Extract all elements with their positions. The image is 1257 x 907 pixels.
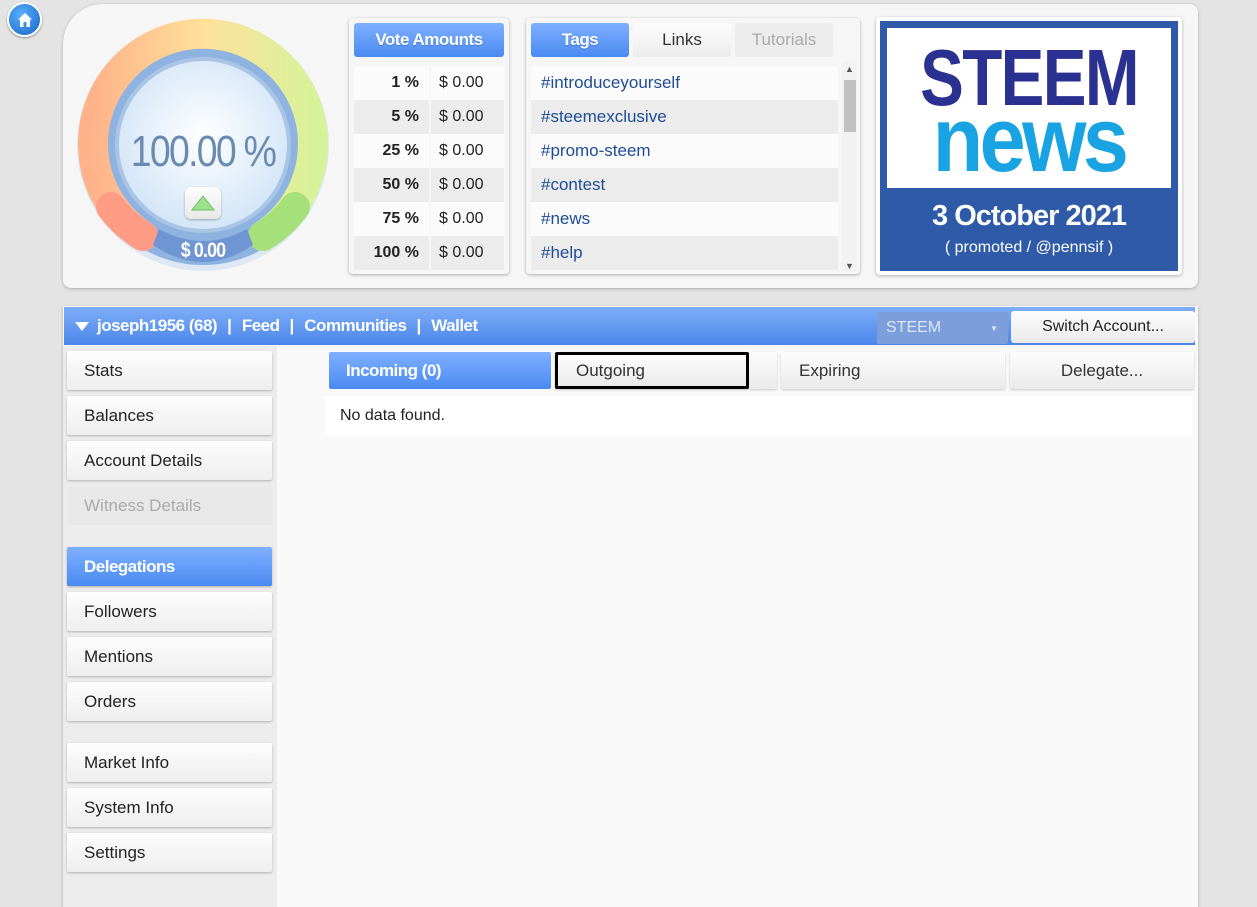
vote-pct: 1 % — [354, 66, 429, 100]
scroll-down-icon[interactable]: ▼ — [845, 261, 854, 271]
tab-outgoing[interactable]: Outgoing — [555, 352, 749, 389]
tag-list-scrollbar[interactable]: ▲ ▼ — [842, 62, 856, 272]
home-icon — [17, 12, 32, 27]
sidebar: Stats Balances Account Details Witness D… — [63, 346, 277, 907]
tags-panel: Tags Links Tutorials #introduceyourself … — [526, 18, 860, 274]
steem-news-banner[interactable]: STEEM news 3 October 2021 ( promoted / @… — [876, 17, 1182, 275]
steem-news-logo: STEEM news — [887, 28, 1171, 188]
voting-power-gauge: 100.00 % $ 0.00 — [75, 17, 331, 273]
chevron-down-icon: ▼ — [990, 323, 998, 333]
vote-pct: 100 % — [354, 236, 429, 270]
tag-link[interactable]: #steemexclusive — [531, 100, 838, 134]
sidebar-item-followers[interactable]: Followers — [67, 592, 272, 631]
vote-amounts-header[interactable]: Vote Amounts — [354, 23, 504, 57]
vote-amount: $ 0.00 — [431, 202, 504, 236]
main-panel: joseph1956 (68) | Feed | Communities | W… — [63, 306, 1198, 907]
nav-communities-link[interactable]: Communities — [304, 316, 407, 336]
nav-separator: | — [416, 316, 422, 335]
tag-link[interactable]: #help — [531, 236, 838, 270]
nav-separator: | — [289, 316, 295, 335]
vote-pct: 25 % — [354, 134, 429, 168]
tab-outgoing-edge — [749, 352, 777, 389]
scroll-up-icon[interactable]: ▲ — [845, 64, 854, 74]
vote-value-dollar: $ 0.00 — [180, 239, 226, 262]
delegate-button[interactable]: Delegate... — [1010, 352, 1194, 389]
tag-link[interactable]: #contest — [531, 168, 838, 202]
table-row: 100 % $ 0.00 — [354, 236, 504, 270]
banner-date: 3 October 2021 — [932, 200, 1127, 232]
vote-amounts-table: 1 % $ 0.00 5 % $ 0.00 25 % $ 0.00 50 % $ 0.0… — [354, 66, 504, 270]
vote-amount: $ 0.00 — [431, 100, 504, 134]
sidebar-item-market-info[interactable]: Market Info — [67, 743, 272, 782]
table-row: 5 % $ 0.00 — [354, 100, 504, 134]
sidebar-item-balances[interactable]: Balances — [67, 396, 272, 435]
vote-pct: 5 % — [354, 100, 429, 134]
home-button[interactable] — [7, 2, 42, 37]
currency-select[interactable]: STEEM ▼ — [877, 312, 1008, 344]
table-row: 25 % $ 0.00 — [354, 134, 504, 168]
tag-link[interactable]: #promo-steem — [531, 134, 838, 168]
vote-amount: $ 0.00 — [431, 236, 504, 270]
scroll-thumb[interactable] — [844, 80, 856, 132]
voting-power-value: 100.00 % — [130, 127, 277, 176]
currency-select-value: STEEM — [886, 319, 942, 336]
vote-amounts-panel: Vote Amounts 1 % $ 0.00 5 % $ 0.00 25 % $ 0… — [349, 18, 509, 274]
sidebar-item-account-details[interactable]: Account Details — [67, 441, 272, 480]
nav-feed-link[interactable]: Feed — [242, 316, 280, 336]
table-row: 50 % $ 0.00 — [354, 168, 504, 202]
tab-expiring[interactable]: Expiring — [781, 352, 1005, 389]
vote-amount: $ 0.00 — [431, 66, 504, 100]
logo-news-text: news — [932, 89, 1129, 191]
sidebar-item-stats[interactable]: Stats — [67, 351, 272, 390]
account-nav-bar: joseph1956 (68) | Feed | Communities | W… — [64, 307, 1195, 345]
tag-list: #introduceyourself #steemexclusive #prom… — [531, 66, 838, 270]
table-row: 1 % $ 0.00 — [354, 66, 504, 100]
triangle-up-icon — [190, 195, 216, 211]
table-row: 75 % $ 0.00 — [354, 202, 504, 236]
sidebar-item-mentions[interactable]: Mentions — [67, 637, 272, 676]
vote-amount: $ 0.00 — [431, 134, 504, 168]
tab-links[interactable]: Links — [633, 23, 731, 57]
tags-tabbar: Tags Links Tutorials — [531, 23, 833, 57]
banner-promo: ( promoted / @pennsif ) — [944, 239, 1114, 256]
vote-amount: $ 0.00 — [431, 168, 504, 202]
vote-pct: 50 % — [354, 168, 429, 202]
tag-link[interactable]: #news — [531, 202, 838, 236]
sidebar-item-settings[interactable]: Settings — [67, 833, 272, 872]
nav-wallet-link[interactable]: Wallet — [431, 316, 478, 336]
account-name-link[interactable]: joseph1956 (68) — [97, 316, 218, 336]
tab-incoming[interactable]: Incoming (0) — [329, 352, 551, 389]
empty-state-message: No data found. — [325, 396, 1192, 435]
dropdown-triangle-icon[interactable] — [75, 321, 89, 331]
vote-up-button[interactable] — [185, 187, 221, 219]
switch-account-button[interactable]: Switch Account... — [1011, 311, 1195, 343]
tab-tags[interactable]: Tags — [531, 23, 629, 57]
vote-pct: 75 % — [354, 202, 429, 236]
sidebar-item-delegations[interactable]: Delegations — [67, 547, 272, 586]
sidebar-item-orders[interactable]: Orders — [67, 682, 272, 721]
sidebar-item-system-info[interactable]: System Info — [67, 788, 272, 827]
banner-body: STEEM news 3 October 2021 ( promoted / @… — [880, 21, 1178, 271]
nav-separator: | — [227, 316, 232, 335]
tab-tutorials[interactable]: Tutorials — [735, 23, 833, 57]
tag-link[interactable]: #introduceyourself — [531, 66, 838, 100]
sidebar-item-witness-details: Witness Details — [67, 486, 272, 525]
